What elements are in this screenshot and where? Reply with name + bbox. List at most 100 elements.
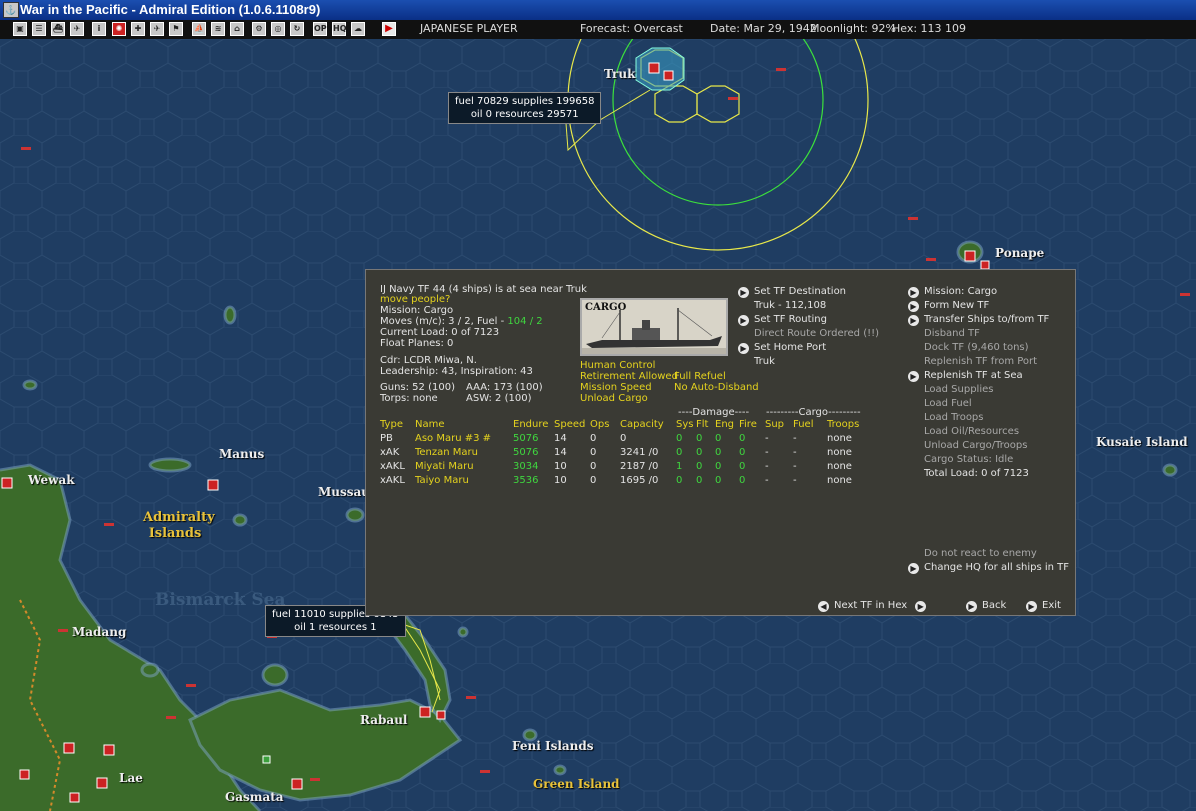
column-header[interactable]: Type [380,417,415,431]
arrow-left-icon: ◀ [818,601,829,612]
column-header[interactable]: Sys [676,417,696,431]
form-new-tf-button[interactable]: ▶ Form New TF [908,299,989,313]
opt-no-auto-disband[interactable]: No Auto-Disband [674,381,759,395]
column-header[interactable]: Speed [554,417,590,431]
ship-cell: - [793,446,797,458]
arrow-right-icon: ▶ [908,371,919,382]
ship-row[interactable]: xAKL Miyati Maru 3034 10 0 2187 /0 1 0 0 0- - none [380,459,877,473]
ship-cell: 0 [696,446,703,458]
label-feni-islands: Feni Islands [512,739,594,753]
column-header[interactable]: Endure [513,417,554,431]
exit-button[interactable]: ▶ Exit [1026,599,1061,613]
ship-cell: - [765,432,769,444]
ship-row[interactable]: xAK Tenzan Maru 5076 14 0 3241 /0 0 0 0 0- - none [380,445,877,459]
globe-icon[interactable]: ◎ [271,22,285,36]
load-oil-button[interactable]: Load Oil/Resources [924,425,1019,439]
next-tf-button[interactable]: ◀ Next TF in Hex ▶ [818,599,931,613]
cloud-icon[interactable]: ☁ [351,22,365,36]
load-troops-button[interactable]: Load Troops [924,411,984,425]
op-icon[interactable]: OP [313,22,327,36]
ship-row[interactable]: PB Aso Maru #3 #5076 14 0 0 0 0 0 0- - none [380,431,877,445]
ship-cell: - [765,460,769,472]
report-icon[interactable]: ▣ [13,22,27,36]
ship-cell: 0 [590,432,597,444]
ship-cell: 0 [739,460,746,472]
ship-cell: 1695 /0 [620,474,659,486]
column-header[interactable]: Ops [590,417,620,431]
ship-cell: 0 [739,474,746,486]
unload-troops-button[interactable]: Unload Cargo/Troops [924,439,1027,453]
column-header[interactable]: Eng [715,417,739,431]
info-icon[interactable]: i [92,22,106,36]
ship-cell: 0 [590,446,597,458]
load-supplies-button[interactable]: Load Supplies [924,383,993,397]
mission-cargo-button[interactable]: ▶ Mission: Cargo [908,285,997,299]
list-icon[interactable]: ☰ [32,22,46,36]
column-header[interactable]: Flt [696,417,715,431]
ship-cell: 0 [676,432,683,444]
label-rabaul: Rabaul [360,713,408,727]
disband-tf-button[interactable]: Disband TF [924,327,980,341]
column-header[interactable]: Fire [739,417,765,431]
ship-cell: 0 [715,432,722,444]
label-gasmata: Gasmata [225,790,284,804]
arrow-right-icon: ▶ [1026,601,1037,612]
ship-cell: xAKL [380,474,405,486]
column-header[interactable]: Fuel [793,417,827,431]
rotate-icon[interactable]: ↻ [290,22,304,36]
air-icon[interactable]: ✚ [131,22,145,36]
set-destination-button[interactable]: ▶ Set TF Destination [738,285,846,299]
window-title: War in the Pacific - Admiral Edition (1.… [20,2,321,17]
ship-cell: 14 [554,432,567,444]
opt-unload-cargo[interactable]: Unload Cargo [580,392,648,406]
ship-cell: - [793,460,797,472]
no-react-button[interactable]: Do not react to enemy [924,547,1037,561]
end-turn-icon[interactable]: ▶ [382,22,396,36]
ship-cell: 0 [739,446,746,458]
replenish-sea-button[interactable]: ▶ Replenish TF at Sea [908,369,1023,383]
change-hq-button[interactable]: ▶ Change HQ for all ships in TF [908,561,1069,575]
flag-icon[interactable]: ⚑ [169,22,183,36]
ship-cell: - [793,432,797,444]
plane-icon[interactable]: ✈ [150,22,164,36]
ship-cell[interactable]: Miyati Maru [415,459,513,473]
settings-icon[interactable]: ⚙ [252,22,266,36]
replenish-port-button[interactable]: Replenish TF from Port [924,355,1037,369]
label-lae: Lae [119,771,143,785]
label-green-island: Green Island [533,777,620,791]
ship-cell[interactable]: Taiyo Maru [415,473,513,487]
ship-cell: none [827,474,852,486]
column-header[interactable]: Name [415,417,513,431]
date-label: Date: Mar 29, 1942 [710,22,817,35]
ship-cell: 0 [715,460,722,472]
base-icon[interactable]: ⌂ [230,22,244,36]
set-routing-button[interactable]: ▶ Set TF Routing [738,313,827,327]
set-home-port-button[interactable]: ▶ Set Home Port [738,341,826,355]
planes-icon[interactable]: ✈ [70,22,84,36]
ship-cell: xAKL [380,460,405,472]
hq-icon[interactable]: HQ [332,22,347,36]
cargo-icon[interactable]: ≋ [211,22,225,36]
ship-cell: 0 [620,432,627,444]
column-header[interactable]: Sup [765,417,793,431]
column-header[interactable]: Troops [827,417,877,431]
direct-route-label: Direct Route Ordered (!!) [754,328,880,339]
ship-row[interactable]: xAKL Taiyo Maru 3536 10 0 1695 /0 0 0 0 0- - none [380,473,877,487]
ship-cell[interactable]: Tenzan Maru [415,445,513,459]
title-bar: ⚓ War in the Pacific - Admiral Edition (… [0,0,1196,20]
ship-cell: 0 [715,446,722,458]
ships-icon[interactable]: ⛴ [51,22,65,36]
transfer-ships-button[interactable]: ▶ Transfer Ships to/from TF [908,313,1049,327]
destination-value: Truk - 112,108 [754,300,827,311]
load-fuel-button[interactable]: Load Fuel [924,397,972,411]
home-port-value: Truk [754,356,775,367]
ship-cell: - [793,474,797,486]
column-header[interactable]: Capacity [620,417,676,431]
ship-cell[interactable]: Aso Maru #3 # [415,431,513,445]
task-force-panel: IJ Navy TF 44 (4 ships) is at sea near T… [365,269,1076,616]
rising-sun-icon[interactable]: ✺ [112,22,126,36]
back-button[interactable]: ▶ Back [966,599,1006,613]
ship-icon[interactable]: ⛵ [192,22,206,36]
tf-leadership: Leadership: 43, Inspiration: 43 [380,366,533,377]
dock-tf-button[interactable]: Dock TF (9,460 tons) [924,341,1029,355]
